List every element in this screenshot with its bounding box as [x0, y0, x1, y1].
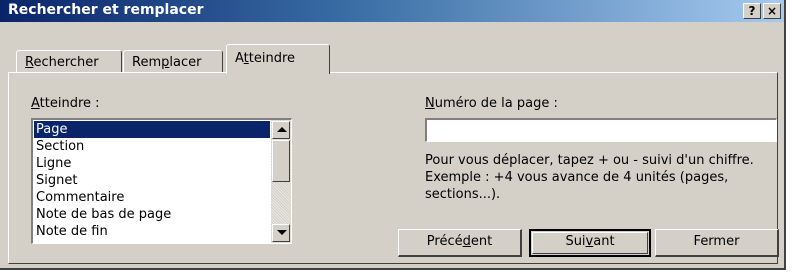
- tab-remplacer-label: Rem: [132, 55, 162, 70]
- arrow-down-icon: [277, 230, 287, 235]
- tab-remplacer-label-rest: lacer: [169, 55, 202, 70]
- tab-atteindre[interactable]: Atteindre: [226, 44, 330, 74]
- goto-list-item[interactable]: Note de fin: [34, 223, 270, 240]
- tab-rechercher-label: echercher: [33, 55, 99, 70]
- next-button[interactable]: Suivant: [529, 229, 651, 257]
- title-bar[interactable]: Rechercher et remplacer ? ×: [0, 0, 784, 22]
- list-scrollbar[interactable]: [271, 120, 291, 243]
- tab-atteindre-label-a: A: [235, 51, 244, 66]
- goto-label: Atteindre :: [31, 96, 100, 111]
- goto-list-item[interactable]: Commentaire: [34, 189, 270, 206]
- goto-target-list[interactable]: Note de fin Note de bas de page Commentair…: [31, 118, 292, 244]
- scroll-down-button[interactable]: [272, 224, 290, 242]
- arrow-up-icon: [277, 127, 287, 132]
- page-number-label: Numéro de la page :: [425, 96, 558, 111]
- tab-remplacer[interactable]: Remplacer: [123, 50, 223, 74]
- goto-list-item[interactable]: Signet: [34, 172, 270, 189]
- page-number-input[interactable]: [425, 118, 777, 142]
- scroll-up-button[interactable]: [272, 121, 290, 139]
- tab-rechercher[interactable]: Rechercher: [16, 50, 122, 74]
- tab-atteindre-label-rest: teindre: [248, 51, 296, 66]
- goto-label-accesskey: A: [31, 96, 40, 111]
- close-button-label: Fermer: [693, 234, 740, 249]
- close-button[interactable]: Fermer: [655, 229, 779, 257]
- goto-list-item[interactable]: Ligne: [34, 155, 270, 172]
- find-replace-dialog: Rechercher et remplacer ? × Rechercher R…: [0, 0, 786, 270]
- close-icon[interactable]: ×: [763, 3, 781, 19]
- goto-list-item[interactable]: Section: [34, 138, 270, 155]
- previous-button[interactable]: Précédent: [398, 229, 522, 257]
- next-button-label: Suivant: [565, 234, 615, 249]
- page-number-label-rest: uméro de la page :: [434, 96, 558, 111]
- page-number-help: Pour vous déplacer, tapez + ou - suivi d…: [425, 153, 754, 202]
- previous-button-label: Précédent: [426, 234, 493, 249]
- scroll-thumb[interactable]: [272, 140, 290, 182]
- goto-list-item[interactable]: Page: [34, 121, 270, 138]
- goto-label-rest: tteindre :: [39, 96, 100, 111]
- goto-list-item[interactable]: Note de bas de page: [34, 206, 270, 223]
- page-number-label-accesskey: N: [425, 96, 435, 111]
- help-icon[interactable]: ?: [743, 3, 761, 19]
- window-title: Rechercher et remplacer: [8, 2, 204, 18]
